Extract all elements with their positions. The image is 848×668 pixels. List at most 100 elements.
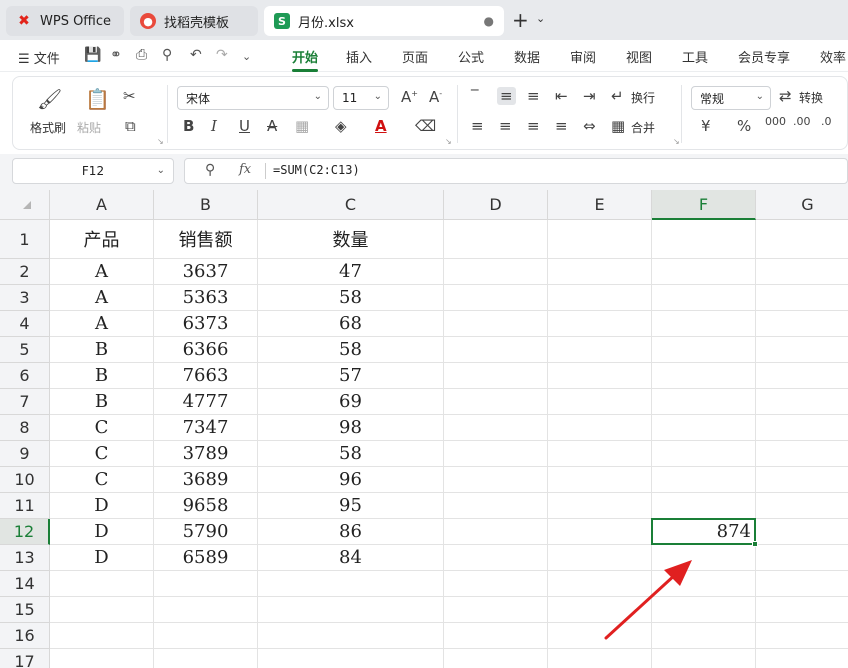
zoom-search-icon[interactable]: ⚲ (205, 162, 215, 178)
row-header-17[interactable]: 17 (0, 649, 50, 668)
cell-a4[interactable]: A (50, 311, 154, 337)
cell-a6[interactable]: B (50, 363, 154, 389)
cell-b13[interactable]: 6589 (154, 545, 258, 571)
cell-c17[interactable] (258, 649, 444, 668)
cut-icon[interactable]: ✂ (123, 87, 136, 105)
cell-b1[interactable]: 销售额 (154, 220, 258, 259)
menu-tab-home[interactable]: 开始 (292, 47, 318, 66)
menu-tab-tools[interactable]: 工具 (682, 47, 708, 66)
paste-label[interactable]: 粘贴 (77, 119, 101, 136)
cell-e16[interactable] (548, 623, 652, 649)
dialog-launcher-icon[interactable]: ↘ (445, 137, 452, 146)
cell-b3[interactable]: 5363 (154, 285, 258, 311)
cell-f14[interactable] (652, 571, 756, 597)
cell-g1[interactable] (756, 220, 848, 259)
menu-tab-data[interactable]: 数据 (514, 47, 540, 66)
convert-icon[interactable]: ⇄ (779, 87, 792, 105)
fill-handle[interactable] (752, 541, 758, 547)
cell-f7[interactable] (652, 389, 756, 415)
strikethrough-icon[interactable]: A (267, 117, 277, 135)
cell-e8[interactable] (548, 415, 652, 441)
menu-tab-member[interactable]: 会员专享 (738, 47, 790, 66)
cell-a12[interactable]: D (50, 519, 154, 545)
cell-c12[interactable]: 86 (258, 519, 444, 545)
menu-tab-formula[interactable]: 公式 (458, 47, 484, 66)
cell-f11[interactable] (652, 493, 756, 519)
cell-f8[interactable] (652, 415, 756, 441)
cell-b2[interactable]: 3637 (154, 259, 258, 285)
cell-f15[interactable] (652, 597, 756, 623)
cell-g2[interactable] (756, 259, 848, 285)
cell-b17[interactable] (154, 649, 258, 668)
cell-f5[interactable] (652, 337, 756, 363)
align-middle-icon[interactable]: ≡ (497, 87, 516, 105)
cell-d9[interactable] (444, 441, 548, 467)
column-header-d[interactable]: D (444, 190, 548, 220)
border-icon[interactable]: ▦ (295, 117, 309, 135)
align-bottom-icon[interactable]: ≡ (527, 87, 540, 105)
tab-wps-office[interactable]: ✖ WPS Office (6, 6, 124, 36)
cell-d4[interactable] (444, 311, 548, 337)
cell-d12[interactable] (444, 519, 548, 545)
cell-d5[interactable] (444, 337, 548, 363)
decrease-indent-icon[interactable]: ⇤ (555, 87, 568, 105)
merge-icon[interactable]: ▦ (611, 117, 625, 135)
dialog-launcher-icon[interactable]: ↘ (673, 137, 680, 146)
font-name-select[interactable]: 宋体 ⌄ (177, 86, 329, 110)
cell-c10[interactable]: 96 (258, 467, 444, 493)
clear-format-icon[interactable]: ⌫ (415, 117, 436, 135)
row-header-15[interactable]: 15 (0, 597, 50, 623)
cell-a8[interactable]: C (50, 415, 154, 441)
cell-a16[interactable] (50, 623, 154, 649)
cell-a7[interactable]: B (50, 389, 154, 415)
cell-e2[interactable] (548, 259, 652, 285)
row-header-4[interactable]: 4 (0, 311, 50, 337)
cell-d7[interactable] (444, 389, 548, 415)
cell-b10[interactable]: 3689 (154, 467, 258, 493)
chevron-down-icon[interactable]: ⌄ (536, 12, 545, 25)
cell-c6[interactable]: 57 (258, 363, 444, 389)
undo-icon[interactable]: ↶ (190, 47, 202, 63)
format-painter-label[interactable]: 格式刷 (30, 119, 66, 136)
menu-tab-efficiency[interactable]: 效率 (820, 47, 846, 66)
cell-b14[interactable] (154, 571, 258, 597)
print-preview-icon[interactable]: ⚲ (162, 47, 172, 63)
row-header-9[interactable]: 9 (0, 441, 50, 467)
column-header-e[interactable]: E (548, 190, 652, 220)
menu-tab-review[interactable]: 审阅 (570, 47, 596, 66)
menu-tab-page[interactable]: 页面 (402, 47, 428, 66)
cell-c4[interactable]: 68 (258, 311, 444, 337)
cell-e17[interactable] (548, 649, 652, 668)
fill-color-icon[interactable]: ◈ (335, 117, 347, 135)
font-size-select[interactable]: 11 ⌄ (333, 86, 389, 110)
convert-label[interactable]: 转换 (799, 89, 823, 106)
cell-f9[interactable] (652, 441, 756, 467)
format-painter-icon[interactable]: 🖌 (37, 87, 62, 111)
cell-g17[interactable] (756, 649, 848, 668)
currency-icon[interactable]: ¥ (701, 117, 711, 135)
cell-e7[interactable] (548, 389, 652, 415)
cell-a15[interactable] (50, 597, 154, 623)
tab-active-workbook[interactable]: S 月份.xlsx ● (264, 6, 504, 36)
underline-icon[interactable]: U (239, 117, 250, 135)
wrap-text-label[interactable]: 换行 (631, 89, 655, 106)
cell-c7[interactable]: 69 (258, 389, 444, 415)
cell-e6[interactable] (548, 363, 652, 389)
new-tab-plus-icon[interactable]: + (512, 8, 529, 32)
align-left-icon[interactable]: ≡ (471, 117, 484, 135)
cell-e11[interactable] (548, 493, 652, 519)
cell-f6[interactable] (652, 363, 756, 389)
cell-a11[interactable]: D (50, 493, 154, 519)
cell-c2[interactable]: 47 (258, 259, 444, 285)
cell-g5[interactable] (756, 337, 848, 363)
cell-g14[interactable] (756, 571, 848, 597)
formula-input[interactable]: =SUM(C2:C13) (273, 163, 360, 177)
cell-d3[interactable] (444, 285, 548, 311)
cell-b8[interactable]: 7347 (154, 415, 258, 441)
row-header-5[interactable]: 5 (0, 337, 50, 363)
cell-b15[interactable] (154, 597, 258, 623)
formula-bar[interactable]: ⚲ fx =SUM(C2:C13) (184, 158, 848, 184)
cell-b4[interactable]: 6373 (154, 311, 258, 337)
cell-d1[interactable] (444, 220, 548, 259)
redo-icon[interactable]: ↷ (216, 47, 228, 63)
